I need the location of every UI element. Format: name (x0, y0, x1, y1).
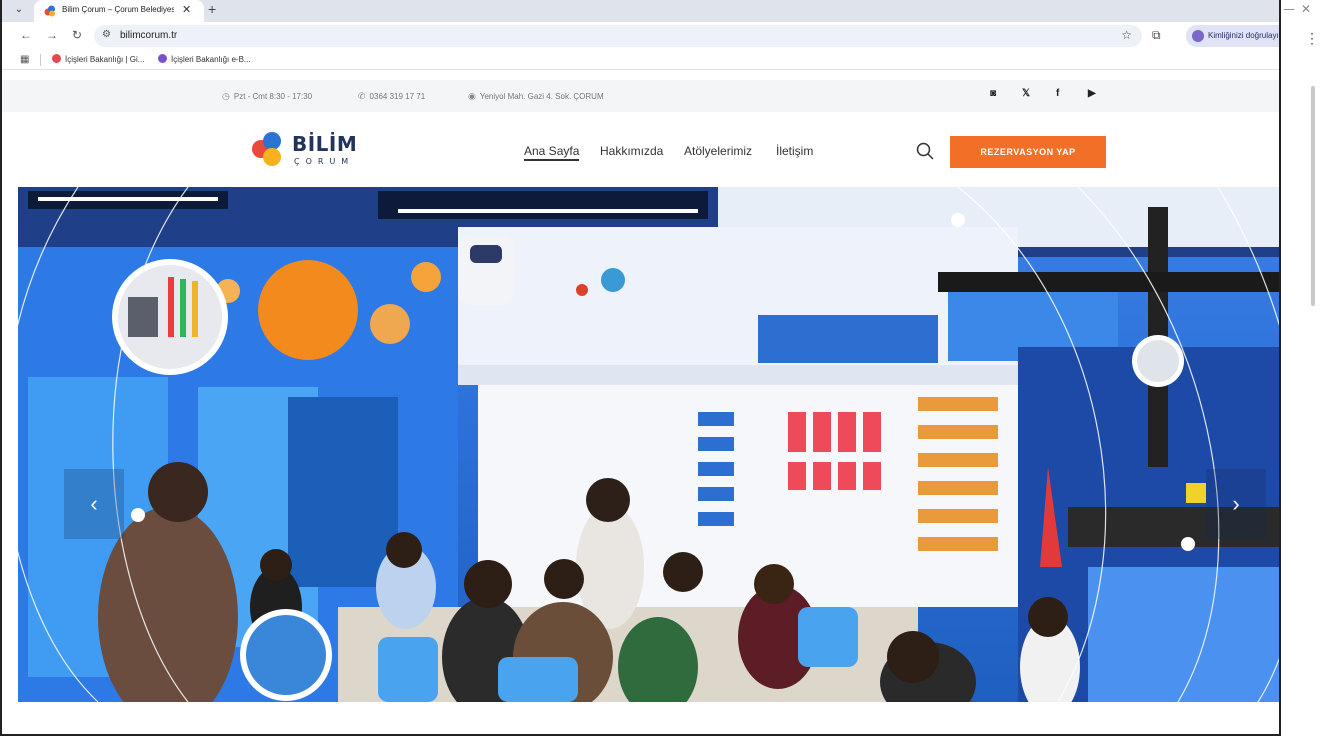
address-row: ← → ↻ ⚙ bilimcorum.tr ☆ ⧉ Kimliğinizi do… (2, 22, 1279, 50)
bookmark-favicon-icon (52, 54, 61, 63)
search-icon[interactable] (916, 142, 934, 160)
instagram-icon[interactable]: ◙ (990, 88, 996, 99)
hours-text: Pzt - Cmt 8:30 - 17:30 (233, 92, 313, 101)
clock-icon: ◷ (222, 91, 230, 101)
tab-close-icon[interactable]: ✕ (182, 3, 191, 16)
tab-strip: ⌄ Bilim Çorum – Çorum Belediyesi ✕ + (2, 0, 1279, 22)
site-favicon-icon (44, 5, 55, 17)
location-pin-icon: ◉ (468, 91, 476, 101)
extensions-icon[interactable]: ⧉ (1152, 28, 1161, 43)
nav-ana-sayfa[interactable]: Ana Sayfa (524, 144, 580, 161)
site-header: BİLİM ÇORUM Ana Sayfa Hakkımızda Atölyel… (2, 112, 1279, 187)
bookmark-label: İçişleri Bakanlığı e-B... (171, 55, 251, 64)
hero-slider[interactable]: ‹ › (18, 187, 1279, 702)
slider-next-button[interactable]: › (1206, 469, 1266, 539)
nav-iletisim[interactable]: İletişim (776, 144, 813, 158)
browser-window: ⌄ Bilim Çorum – Çorum Belediyesi ✕ + ← →… (0, 0, 1281, 736)
nav-atolyelerimiz[interactable]: Atölyelerimiz (684, 144, 752, 158)
youtube-icon[interactable]: ▶ (1088, 88, 1096, 99)
phone-number[interactable]: ✆ 0364 319 17 71 (358, 91, 425, 102)
bookmark-label: İçişleri Bakanlığı | Gi... (65, 55, 145, 64)
off-window-area: — ✕ ⋮ (1281, 0, 1335, 736)
browser-tab[interactable]: Bilim Çorum – Çorum Belediyesi ✕ (34, 0, 204, 22)
address-text: Yeniyol Mah. Gazi 4. Sok. ÇORUM (479, 92, 604, 101)
site-info-icon[interactable]: ⚙ (102, 29, 111, 40)
forward-icon[interactable]: → (46, 28, 58, 42)
phone-text: 0364 319 17 71 (369, 92, 426, 101)
site-logo[interactable]: BİLİM ÇORUM (250, 130, 370, 172)
profile-label: Kimliğinizi doğrulayın (1208, 31, 1281, 40)
address-bar[interactable]: ⚙ bilimcorum.tr ☆ (94, 25, 1142, 47)
bookmark-favicon-icon (158, 54, 167, 63)
logo-subtitle: ÇORUM (294, 157, 355, 166)
bookmark-star-icon[interactable]: ☆ (1121, 28, 1132, 42)
url-text[interactable]: bilimcorum.tr (120, 30, 177, 41)
phone-icon: ✆ (358, 91, 366, 101)
reload-icon[interactable]: ↻ (72, 28, 82, 42)
bookmarks-divider (40, 54, 41, 66)
x-twitter-icon[interactable]: 𝕏 (1022, 88, 1030, 99)
tab-search-chevron-icon[interactable]: ⌄ (10, 2, 28, 18)
new-tab-button[interactable]: + (208, 1, 216, 17)
hero-image (18, 187, 1279, 702)
profile-button[interactable]: Kimliğinizi doğrulayın (1186, 25, 1281, 47)
browser-menu-icon[interactable]: ⋮ (1305, 30, 1319, 47)
logo-wordmark: BİLİM (292, 132, 358, 156)
bookmark-item[interactable]: İçişleri Bakanlığı | Gi... (52, 54, 144, 64)
profile-avatar-icon (1192, 30, 1204, 42)
slider-prev-button[interactable]: ‹ (64, 469, 124, 539)
apps-grid-icon[interactable]: ▦ (20, 54, 29, 65)
address: ◉ Yeniyol Mah. Gazi 4. Sok. ÇORUM (468, 91, 604, 102)
page-scrollbar[interactable] (1311, 86, 1315, 306)
close-window-icon[interactable]: ✕ (1301, 2, 1311, 16)
back-icon[interactable]: ← (20, 28, 32, 42)
reservation-button[interactable]: REZERVASYON YAP (950, 136, 1106, 168)
facebook-icon[interactable]: f (1056, 88, 1059, 99)
tab-title: Bilim Çorum – Çorum Belediyesi (62, 5, 174, 14)
minimize-icon[interactable]: — (1283, 2, 1295, 16)
opening-hours: ◷ Pzt - Cmt 8:30 - 17:30 (222, 91, 312, 102)
bookmark-item[interactable]: İçişleri Bakanlığı e-B... (158, 54, 251, 64)
nav-hakkimizda[interactable]: Hakkımızda (600, 144, 663, 158)
contact-info-bar: ◷ Pzt - Cmt 8:30 - 17:30 ✆ 0364 319 17 71 … (2, 80, 1279, 112)
logo-circle-yellow (263, 148, 281, 166)
bookmarks-bar: ▦ İçişleri Bakanlığı | Gi... İçişleri Ba… (2, 50, 1279, 70)
